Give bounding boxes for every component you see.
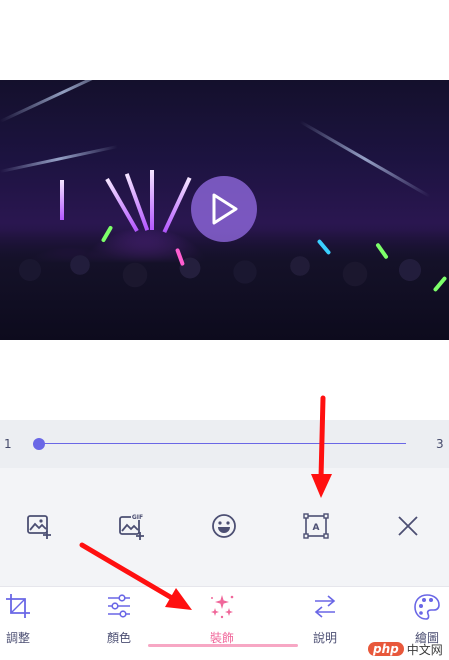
sparkles-icon [211,595,234,619]
light-beam [0,80,128,123]
tab-color[interactable]: 顏色 [84,593,154,647]
slider-max-label: 3 [436,437,444,451]
palette-icon [414,594,440,620]
active-tab-indicator [148,644,298,647]
close-button[interactable] [390,508,426,544]
watermark-logo: php [368,642,404,656]
add-image-button[interactable] [21,508,57,544]
gif-add-icon: GIF [119,512,144,540]
svg-text:GIF: GIF [132,514,143,521]
add-sticker-button[interactable] [206,508,242,544]
stage-light [162,176,192,234]
svg-text:A: A [313,523,320,533]
tab-label: 顏色 [106,631,131,645]
slider-thumb[interactable] [33,438,45,450]
tab-label: 調整 [5,631,30,645]
tab-draw[interactable]: 繪圖 [392,593,449,647]
stage-light [124,173,150,231]
add-gif-button[interactable]: GIF [114,508,150,544]
swap-arrows-icon [314,595,336,618]
watermark-text: 中文网 [406,642,443,657]
stage-light [60,180,64,220]
play-icon [212,193,238,225]
crop-icon [6,594,30,618]
top-blank-area [0,0,449,80]
play-button[interactable] [191,176,257,242]
emoji-icon [212,514,236,538]
decoration-toolbar: GIF A [0,468,449,586]
stage-light [150,170,154,230]
close-icon [398,516,418,536]
text-box-icon: A [303,513,329,539]
tab-caption[interactable]: 說明 [290,593,360,647]
slider-bar: 1 3 [0,420,449,468]
light-beam [299,120,431,198]
tab-label: 說明 [312,631,337,645]
middle-blank-area [0,340,449,420]
tab-adjust[interactable]: 調整 [0,593,53,647]
image-add-icon [27,515,51,539]
site-watermark: php 中文网 [368,640,443,658]
light-beam [0,145,118,173]
add-text-button[interactable]: A [298,508,334,544]
sliders-icon [108,594,130,618]
slider-track[interactable] [38,443,406,444]
slider-min-label: 1 [4,437,12,451]
tab-decoration[interactable]: 裝飾 [187,593,257,647]
